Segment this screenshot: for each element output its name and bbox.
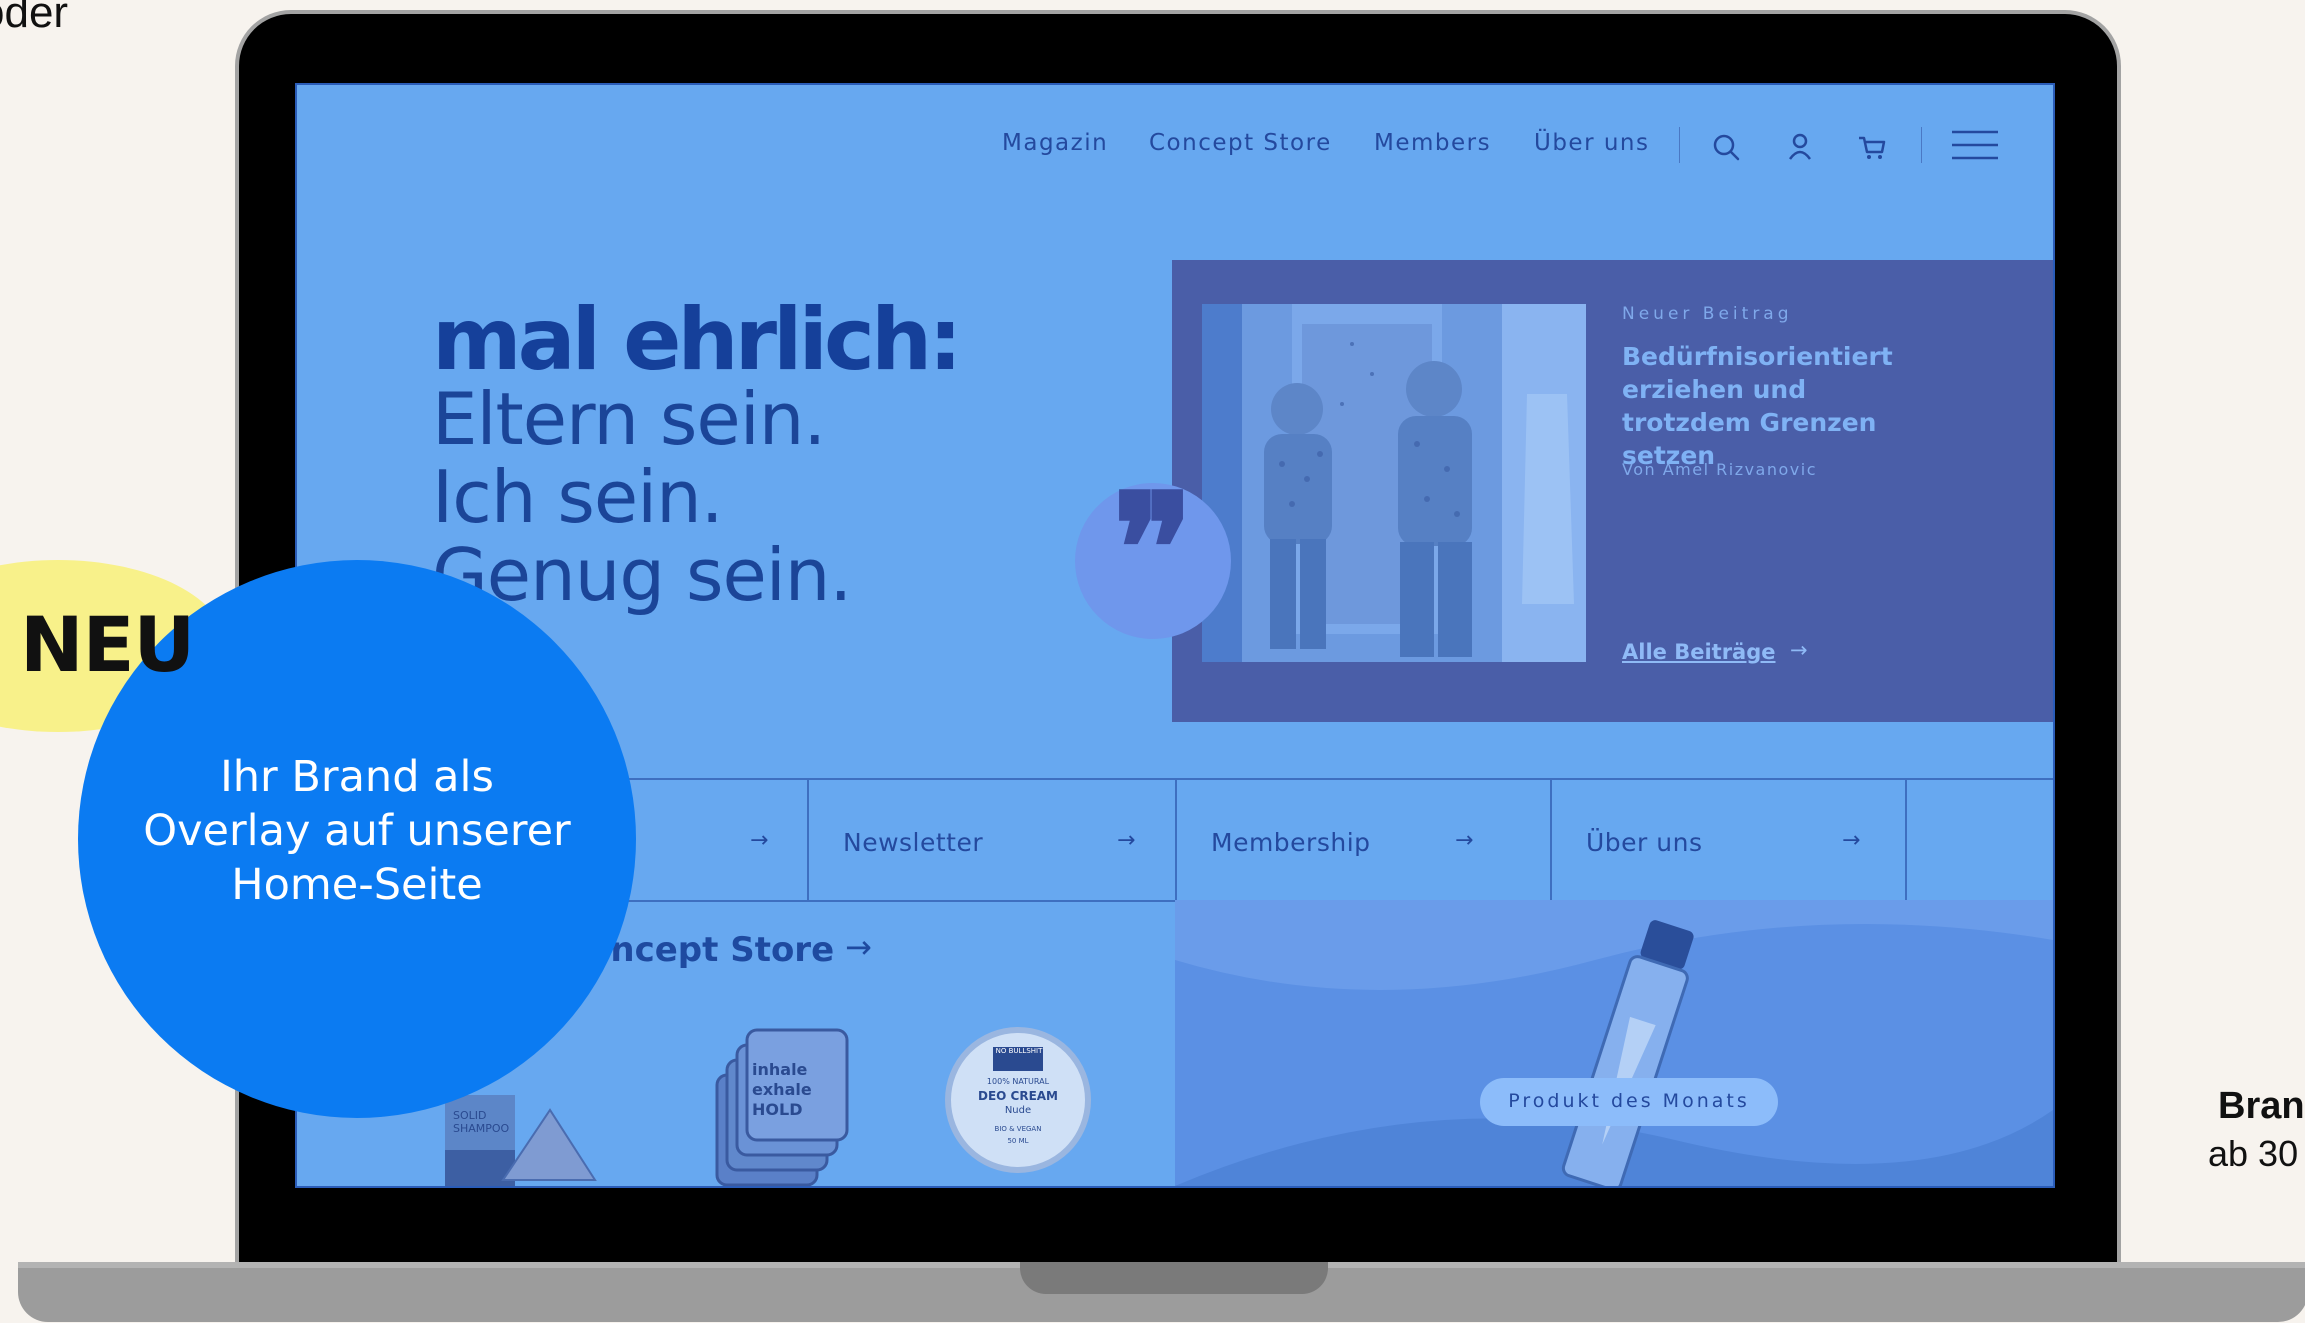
nav-link-ueber-uns[interactable]: Über uns (1534, 130, 1650, 156)
quote-badge: ❞ (1075, 471, 1231, 639)
arrow-right-icon: → (750, 828, 769, 853)
product-deo-cream[interactable]: NO BULLSHIT 100% NATURAL DEO CREAM Nude … (945, 1027, 1091, 1173)
nav-link-concept-store[interactable]: Concept Store (1149, 130, 1332, 156)
cart-icon[interactable] (1855, 130, 1889, 164)
nav-link-magazin[interactable]: Magazin (1002, 130, 1108, 156)
arrow-right-icon: → (1790, 638, 1808, 662)
oder-text: oder (0, 0, 69, 37)
nav-divider (1679, 127, 1680, 163)
post-image[interactable] (1202, 304, 1586, 662)
tile-ueber-uns[interactable]: Über uns → (1550, 780, 1905, 900)
concept-store-heading[interactable]: oncept Store (587, 930, 834, 970)
product-of-month-panel[interactable]: Produkt des Monats (1175, 900, 2053, 1186)
product-inhale-exhale[interactable]: inhale exhale HOLD (707, 1020, 857, 1186)
product-line: Nude (1004, 1105, 1032, 1116)
quote-icon: ❞ (1112, 461, 1194, 637)
product-line: 50 ML (1007, 1137, 1029, 1145)
post-author: Von Amel Rizvanovic (1622, 460, 1817, 479)
arrow-right-icon: → (1117, 828, 1136, 853)
arrow-right-icon: → (845, 928, 872, 966)
arrow-right-icon: → (1842, 828, 1861, 853)
arrow-right-icon: → (1455, 828, 1474, 853)
brand-label-right: Bran (2218, 1085, 2305, 1127)
all-posts-link[interactable]: Alle Beiträge (1622, 640, 1776, 664)
user-icon[interactable] (1783, 130, 1817, 164)
price-label-right: ab 30 (2208, 1133, 2299, 1174)
search-icon[interactable] (1709, 130, 1743, 164)
post-kicker: Neuer Beitrag (1622, 304, 1793, 324)
tile-newsletter[interactable]: Newsletter → (807, 780, 1175, 900)
neu-label: NEU (20, 600, 195, 689)
menu-icon[interactable] (1952, 128, 1998, 162)
overlay-text-line-1: Ihr Brand als (220, 752, 494, 802)
nav-divider (1921, 127, 1922, 163)
tile-label: Newsletter (843, 828, 984, 857)
product-label: inhale exhale HOLD (752, 1060, 812, 1119)
hero-line-1: Eltern sein. (432, 377, 826, 461)
overlay-text-line-2: Overlay auf unserer (143, 806, 571, 856)
laptop-notch (1020, 1262, 1328, 1294)
product-shampoo[interactable]: SOLID SHAMPOO (445, 1095, 605, 1186)
product-line: 100% NATURAL (986, 1077, 1050, 1086)
hero-headline: mal ehrlich: (432, 290, 963, 390)
product-line: BIO & VEGAN (994, 1125, 1042, 1133)
tile-label: Über uns (1586, 828, 1703, 857)
tile-membership[interactable]: Membership → (1175, 780, 1550, 900)
product-brand: NO BULLSHIT (995, 1047, 1043, 1055)
product-of-month-badge[interactable]: Produkt des Monats (1480, 1078, 1778, 1126)
product-line: DEO CREAM (977, 1089, 1058, 1103)
nav-link-members[interactable]: Members (1374, 130, 1491, 156)
post-title[interactable]: Bedürfnisorientiert erziehen und trotzde… (1622, 340, 1942, 472)
overlay-text: Ihr Brand als Overlay auf unserer Home-S… (78, 750, 636, 912)
product-label: SOLID SHAMPOO (453, 1109, 510, 1135)
overlay-text-line-3: Home-Seite (231, 860, 483, 910)
tile-extra[interactable] (1905, 780, 2053, 900)
hero-line-2: Ich sein. (432, 455, 724, 539)
product-of-month-label: Produkt des Monats (1508, 1090, 1750, 1112)
tile-label: Membership (1211, 828, 1371, 857)
featured-post-panel[interactable]: Neuer Beitrag Bedürfnisorientiert erzieh… (1172, 260, 2053, 722)
